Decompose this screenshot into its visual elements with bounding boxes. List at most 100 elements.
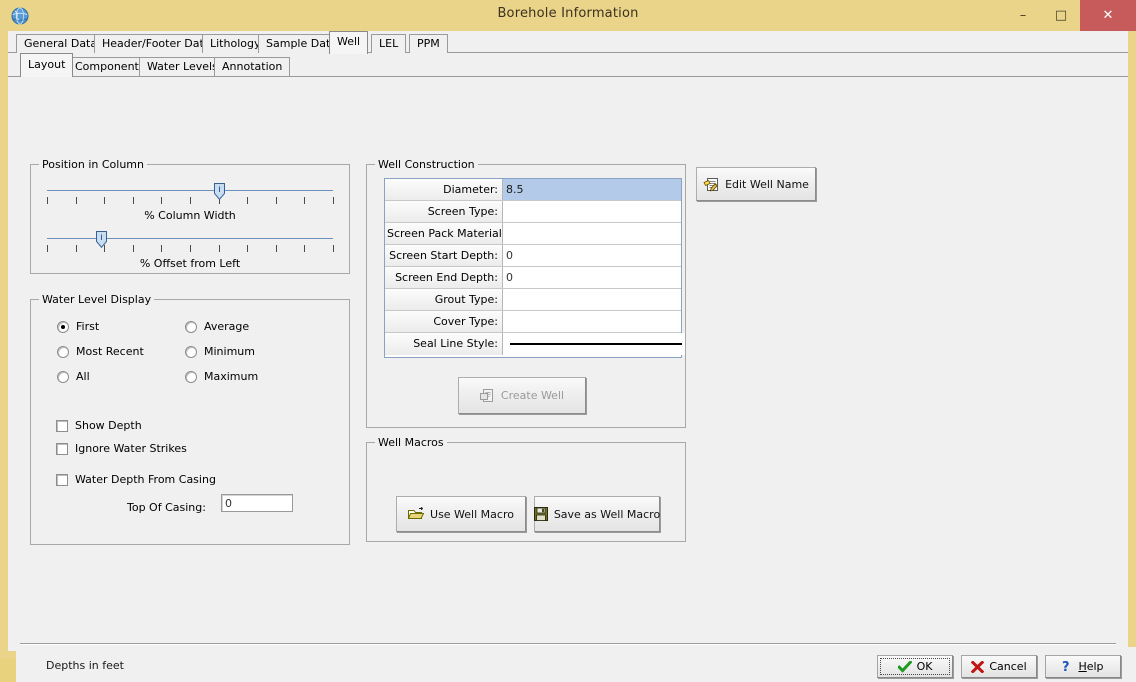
checkbox-label: Ignore Water Strikes	[75, 442, 187, 455]
well-construction-property-grid[interactable]: Diameter: 8.5 Screen Type: Screen Pack M…	[384, 178, 682, 358]
secondary-tab-strip: Layout Components Water Levels Annotatio…	[8, 53, 1128, 77]
property-name: Screen Type:	[385, 201, 503, 222]
table-row[interactable]: Screen Start Depth: 0	[385, 245, 681, 267]
top-of-casing-label: Top Of Casing:	[127, 501, 206, 514]
layout-page: Position in Column % Column Wi	[8, 77, 1128, 633]
table-row[interactable]: Screen Pack Material:	[385, 223, 681, 245]
slider-track	[47, 190, 333, 191]
radio-label: Most Recent	[76, 345, 144, 358]
property-value[interactable]: 8.5	[503, 179, 681, 200]
floppy-disk-icon	[534, 507, 548, 521]
table-row[interactable]: Cover Type:	[385, 311, 681, 333]
save-as-well-macro-button[interactable]: Save as Well Macro	[534, 496, 660, 532]
column-width-slider[interactable]: % Column Width	[47, 181, 333, 227]
property-value[interactable]	[503, 311, 681, 332]
radio-indicator	[185, 371, 197, 383]
create-well-label: Create Well	[501, 389, 564, 402]
slider-label: % Column Width	[47, 209, 333, 222]
title-bar: Borehole Information – □ ✕	[0, 0, 1136, 31]
slider-ticks	[47, 197, 333, 205]
radio-indicator	[57, 346, 69, 358]
help-label-rest: elp	[1087, 660, 1104, 673]
radio-indicator	[185, 321, 197, 333]
radio-indicator	[57, 371, 69, 383]
status-text: Depths in feet	[46, 659, 124, 672]
slider-ticks	[47, 245, 333, 253]
ok-button[interactable]: OK	[877, 655, 953, 678]
table-row[interactable]: Seal Line Style:	[385, 333, 681, 355]
seal-line-style-swatch	[510, 343, 682, 345]
edit-well-name-label: Edit Well Name	[725, 178, 809, 191]
tab-ppm[interactable]: PPM	[409, 34, 448, 53]
checkbox-indicator	[56, 443, 68, 455]
offset-from-left-slider[interactable]: % Offset from Left	[47, 229, 333, 275]
water-level-display-group: Water Level Display First Most Recent Al…	[30, 299, 350, 545]
property-name: Cover Type:	[385, 311, 503, 332]
tab-layout[interactable]: Layout	[20, 53, 73, 77]
minimize-button[interactable]: –	[1004, 0, 1042, 31]
checkbox-indicator	[56, 420, 68, 432]
client-area: General Data Header/Footer Data Litholog…	[8, 31, 1128, 651]
property-value[interactable]: 0	[503, 267, 681, 288]
bottom-separator	[20, 643, 1116, 645]
use-well-macro-label: Use Well Macro	[430, 508, 514, 521]
checkbox-indicator	[56, 474, 68, 486]
open-folder-icon	[408, 507, 424, 521]
property-name: Screen Start Depth:	[385, 245, 503, 266]
group-legend: Well Macros	[375, 436, 447, 449]
property-name: Seal Line Style:	[385, 333, 503, 355]
property-value[interactable]	[503, 289, 681, 310]
group-legend: Position in Column	[39, 158, 147, 171]
tab-header-footer-data[interactable]: Header/Footer Data	[94, 34, 219, 53]
property-name: Diameter:	[385, 179, 503, 200]
red-x-icon	[971, 661, 984, 673]
property-value[interactable]	[503, 223, 681, 244]
radio-indicator	[57, 321, 69, 333]
help-button[interactable]: ? Help	[1045, 655, 1121, 678]
slider-thumb[interactable]	[96, 231, 107, 248]
radio-label: First	[76, 320, 99, 333]
blue-question-icon: ?	[1062, 660, 1073, 673]
radio-label: Average	[204, 320, 249, 333]
radio-label: Maximum	[204, 370, 258, 383]
table-row[interactable]: Diameter: 8.5	[385, 179, 681, 201]
edit-well-name-button[interactable]: Edit Well Name	[696, 167, 816, 201]
slider-label: % Offset from Left	[47, 257, 333, 270]
window-title: Borehole Information	[0, 6, 1136, 21]
radio-label: All	[76, 370, 90, 383]
radio-label: Minimum	[204, 345, 255, 358]
primary-tab-strip: General Data Header/Footer Data Litholog…	[8, 31, 1128, 53]
property-value-line-sample[interactable]	[503, 333, 685, 355]
tab-lel[interactable]: LEL	[371, 34, 406, 53]
close-icon: ✕	[1103, 9, 1114, 22]
slider-track	[47, 238, 333, 239]
property-value[interactable]: 0	[503, 245, 681, 266]
edit-document-icon	[703, 177, 719, 192]
table-row[interactable]: Grout Type:	[385, 289, 681, 311]
focus-ring	[880, 658, 950, 675]
table-row[interactable]: Screen Type:	[385, 201, 681, 223]
position-in-column-group: Position in Column % Column Wi	[30, 164, 350, 274]
help-label: Help	[1078, 660, 1103, 673]
group-legend: Well Construction	[375, 158, 478, 171]
slider-thumb[interactable]	[214, 183, 225, 200]
bottom-bar: Depths in feet OK Cancel	[16, 647, 1136, 682]
top-of-casing-input[interactable]: 0	[221, 494, 293, 512]
tab-water-levels[interactable]: Water Levels	[139, 57, 226, 76]
save-as-well-macro-label: Save as Well Macro	[554, 508, 660, 521]
tab-annotation[interactable]: Annotation	[214, 57, 290, 76]
table-row[interactable]: Screen End Depth: 0	[385, 267, 681, 289]
tab-well[interactable]: Well	[329, 31, 368, 54]
maximize-button[interactable]: □	[1042, 0, 1080, 31]
create-well-icon	[480, 388, 495, 403]
cancel-label: Cancel	[989, 660, 1026, 673]
property-value[interactable]	[503, 201, 681, 222]
create-well-button[interactable]: Create Well	[458, 377, 586, 414]
help-accel: H	[1078, 660, 1086, 673]
tab-general-data[interactable]: General Data	[16, 34, 105, 53]
checkbox-label: Water Depth From Casing	[75, 473, 216, 486]
close-button[interactable]: ✕	[1080, 0, 1136, 31]
cancel-button[interactable]: Cancel	[961, 655, 1037, 678]
use-well-macro-button[interactable]: Use Well Macro	[396, 496, 526, 532]
maximize-icon: □	[1055, 9, 1067, 22]
